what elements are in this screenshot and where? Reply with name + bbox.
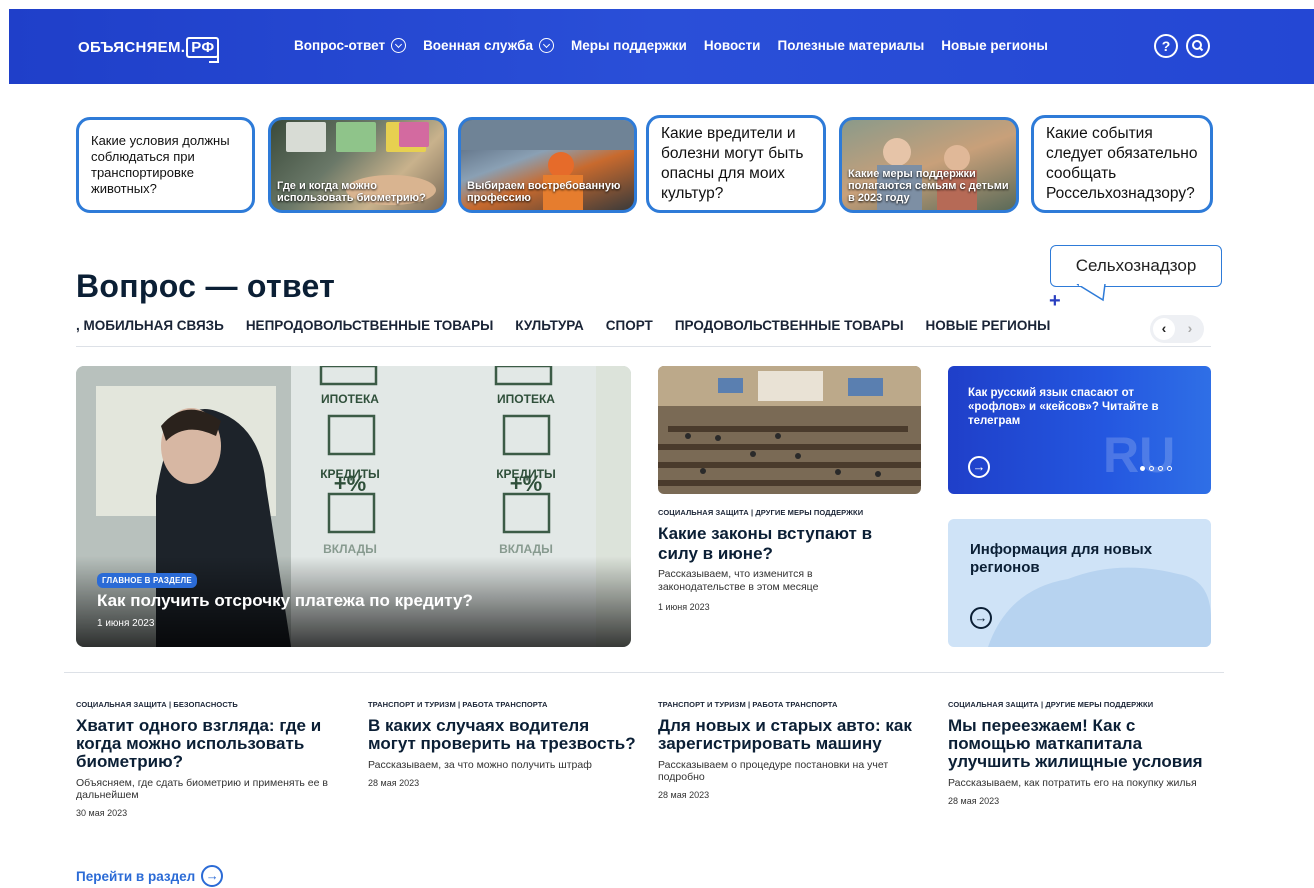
- story-card[interactable]: Где и когда можно использовать биометрию…: [268, 117, 447, 213]
- nav-item-regions[interactable]: Новые регионы: [941, 38, 1048, 53]
- article-desc: Рассказываем, за что можно получить штра…: [368, 759, 592, 771]
- divider: [64, 672, 1224, 673]
- article-date: 28 мая 2023: [948, 796, 1000, 806]
- article-title[interactable]: В каких случаях водителя могут проверить…: [368, 717, 638, 753]
- nav-item-news[interactable]: Новости: [704, 38, 761, 53]
- sign-text: КРЕДИТЫ: [320, 467, 380, 481]
- logo-rf-box: РФ: [186, 37, 220, 63]
- sign-text: ИПОТЕКА: [321, 392, 379, 406]
- tooltip-tail: [1076, 284, 1106, 302]
- sign-text: ВКЛАДЫ: [323, 542, 377, 556]
- nav-item-support[interactable]: Меры поддержки: [571, 38, 687, 53]
- sign-text: ВКЛАДЫ: [499, 542, 553, 556]
- tooltip-bubble: Сельхознадзор: [1050, 245, 1222, 287]
- article-image[interactable]: [658, 366, 921, 494]
- nav-item-military[interactable]: Военная служба: [423, 38, 555, 53]
- carousel-arrows: ‹ ›: [1150, 315, 1204, 343]
- story-card[interactable]: Какие меры поддержки полагаются семьям с…: [839, 117, 1019, 213]
- tab-category[interactable]: НЕПРОДОВОЛЬСТВЕННЫЕ ТОВАРЫ: [246, 318, 493, 333]
- featured-date: 1 июня 2023: [97, 618, 155, 629]
- tab-category[interactable]: , МОБИЛЬНАЯ СВЯЗЬ: [76, 318, 224, 333]
- tab-category[interactable]: СПОРТ: [606, 318, 653, 333]
- plus-icon[interactable]: +: [1049, 290, 1061, 313]
- goto-section-link[interactable]: Перейти в раздел →: [76, 865, 224, 887]
- help-icon[interactable]: ?: [1154, 34, 1178, 58]
- article-desc: Рассказываем о процедуре постановки на у…: [658, 759, 889, 783]
- sign-text: КРЕДИТЫ: [496, 467, 556, 481]
- article-tag[interactable]: СОЦИАЛЬНАЯ ЗАЩИТА | ДРУГИЕ МЕРЫ ПОДДЕРЖК…: [658, 508, 863, 517]
- story-card[interactable]: Какие условия должны соблюдаться при тра…: [76, 117, 255, 213]
- page-title: Вопрос — ответ: [76, 268, 336, 304]
- carousel-dots: [1140, 466, 1172, 471]
- list-item[interactable]: ТРАНСПОРТ И ТУРИЗМ | РАБОТА ТРАНСПОРТА В…: [368, 700, 638, 788]
- dot-icon[interactable]: [1140, 466, 1145, 471]
- sign-text: ИПОТЕКА: [497, 392, 555, 406]
- list-item[interactable]: СОЦИАЛЬНАЯ ЗАЩИТА | ДРУГИЕ МЕРЫ ПОДДЕРЖК…: [948, 700, 1218, 806]
- search-icon[interactable]: [1186, 34, 1210, 58]
- article-tag[interactable]: ТРАНСПОРТ И ТУРИЗМ | РАБОТА ТРАНСПОРТА: [368, 700, 638, 709]
- article-tag[interactable]: ТРАНСПОРТ И ТУРИЗМ | РАБОТА ТРАНСПОРТА: [658, 700, 928, 709]
- promo-watermark: RU: [1103, 427, 1176, 483]
- dot-icon[interactable]: [1149, 466, 1154, 471]
- article-desc: Рассказываем, как потратить его на покуп…: [948, 777, 1197, 789]
- promo-text: Информация для новых регионов: [970, 541, 1153, 576]
- nav-item-qa[interactable]: Вопрос-ответ: [294, 38, 407, 53]
- article-title[interactable]: Какие законы вступают в силу в июне?: [658, 524, 908, 564]
- chevron-down-icon: [391, 38, 407, 53]
- featured-title[interactable]: Как получить отсрочку платежа по кредиту…: [97, 591, 473, 611]
- promo-text: Как русский язык спасают от «рофлов» и «…: [968, 387, 1159, 427]
- status-badge: ГЛАВНОЕ В РАЗДЕЛЕ: [97, 573, 197, 588]
- chevron-right-icon[interactable]: ›: [1179, 318, 1201, 340]
- article-date: 28 мая 2023: [368, 778, 420, 788]
- arrow-right-icon[interactable]: →: [970, 607, 992, 629]
- nav-item-materials[interactable]: Полезные материалы: [777, 38, 924, 53]
- site-logo[interactable]: ОБЪЯСНЯЕМ. РФ: [78, 37, 220, 63]
- tab-category[interactable]: ПРОДОВОЛЬСТВЕННЫЕ ТОВАРЫ: [675, 318, 904, 333]
- promo-regions-card[interactable]: Информация для новых регионов →: [948, 519, 1211, 647]
- list-item[interactable]: ТРАНСПОРТ И ТУРИЗМ | РАБОТА ТРАНСПОРТА Д…: [658, 700, 928, 800]
- story-card[interactable]: Какие вредители и болезни могут быть опа…: [646, 115, 826, 213]
- category-tabs: , МОБИЛЬНАЯ СВЯЗЬ НЕПРОДОВОЛЬСТВЕННЫЕ ТО…: [76, 318, 1072, 333]
- article-date: 30 мая 2023: [76, 808, 128, 818]
- chevron-left-icon[interactable]: ‹: [1153, 318, 1175, 340]
- dot-icon[interactable]: [1158, 466, 1163, 471]
- article-title[interactable]: Мы переезжаем! Как с помощью маткапитала…: [948, 717, 1218, 771]
- article-tag[interactable]: СОЦИАЛЬНАЯ ЗАЩИТА | БЕЗОПАСНОСТЬ: [76, 700, 346, 709]
- arrow-right-icon: →: [201, 865, 224, 887]
- article-title[interactable]: Хватит одного взгляда: где и когда можно…: [76, 717, 346, 771]
- divider: [76, 346, 1211, 347]
- main-nav: Вопрос-ответ Военная служба Меры поддерж…: [294, 38, 1065, 53]
- story-card[interactable]: Какие события следует обязательно сообща…: [1031, 115, 1213, 213]
- list-item[interactable]: СОЦИАЛЬНАЯ ЗАЩИТА | БЕЗОПАСНОСТЬ Хватит …: [76, 700, 346, 818]
- dot-icon[interactable]: [1167, 466, 1172, 471]
- site-header: ОБЪЯСНЯЕМ. РФ Вопрос-ответ Военная служба…: [9, 9, 1314, 84]
- article-date: 28 мая 2023: [658, 790, 710, 800]
- article-desc: Объясняем, где сдать биометрию и применя…: [76, 777, 328, 801]
- tab-category[interactable]: КУЛЬТУРА: [515, 318, 583, 333]
- story-card[interactable]: Выбираем востребованную профессию: [458, 117, 637, 213]
- arrow-right-icon[interactable]: →: [968, 456, 990, 478]
- article-tag[interactable]: СОЦИАЛЬНАЯ ЗАЩИТА | ДРУГИЕ МЕРЫ ПОДДЕРЖК…: [948, 700, 1218, 709]
- article-date: 1 июня 2023: [658, 602, 710, 612]
- article-desc: Рассказываем, что изменится в законодате…: [658, 568, 819, 593]
- article-title[interactable]: Для новых и старых авто: как зарегистрир…: [658, 717, 928, 753]
- promo-telegram-card[interactable]: Как русский язык спасают от «рофлов» и «…: [948, 366, 1211, 494]
- chevron-down-icon: [539, 38, 555, 53]
- tab-category[interactable]: НОВЫЕ РЕГИОНЫ: [926, 318, 1051, 333]
